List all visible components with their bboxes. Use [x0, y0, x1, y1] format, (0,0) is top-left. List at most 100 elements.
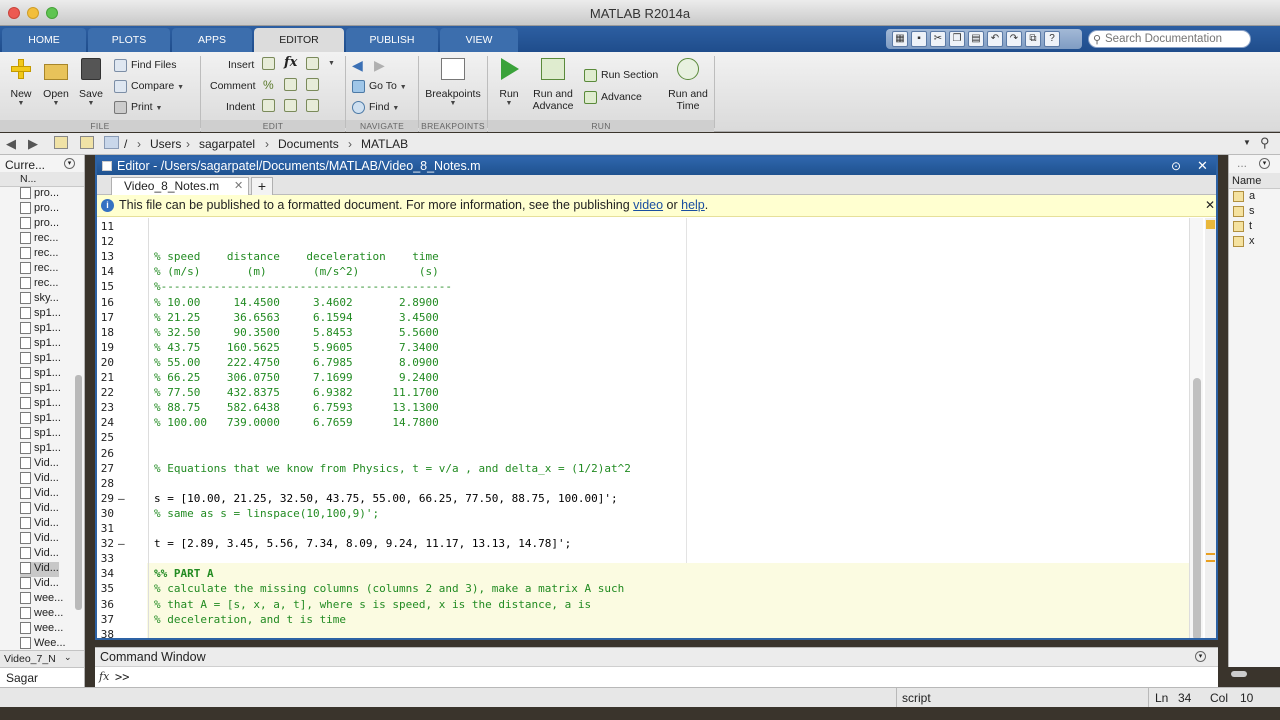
file-list-item[interactable]: sp1...	[20, 412, 61, 427]
smart-indent-icon[interactable]	[262, 99, 275, 112]
run-and-time-button[interactable]: Run and Time	[664, 58, 712, 112]
code-line[interactable]: % 100.00 739.0000 6.7659 14.7800	[154, 416, 439, 429]
save-icon[interactable]: ▪	[911, 31, 927, 47]
file-list-item[interactable]: wee...	[20, 607, 63, 622]
file-list-item[interactable]: sp1...	[20, 397, 61, 412]
file-list-item[interactable]: pro...	[20, 187, 59, 202]
file-list-item[interactable]: Vid...	[20, 472, 59, 487]
tab-view[interactable]: VIEW	[440, 28, 518, 52]
workspace-variable[interactable]: t	[1233, 220, 1252, 235]
breadcrumb-documents[interactable]: Documents	[278, 137, 339, 151]
search-input[interactable]	[1105, 33, 1245, 45]
insert-text-icon[interactable]	[306, 57, 319, 70]
code-line[interactable]: % 77.50 432.8375 6.9382 11.1700	[154, 386, 439, 399]
back-icon[interactable]: ◀	[6, 136, 16, 152]
code-scrollbar-thumb[interactable]	[1193, 378, 1201, 638]
forward-arrow-icon[interactable]: ▶	[374, 57, 385, 74]
code-line[interactable]: % calculate the missing columns (columns…	[154, 582, 624, 595]
breakpoint-dash-icon[interactable]: –	[118, 537, 128, 550]
uncomment-icon[interactable]	[284, 78, 297, 91]
warning-marker[interactable]	[1206, 553, 1215, 555]
workspace-ellipsis[interactable]: ...	[1237, 156, 1247, 170]
tab-editor[interactable]: EDITOR	[254, 28, 344, 52]
insert-caret-icon[interactable]: ▼	[328, 60, 335, 67]
file-list-item[interactable]: Vid...	[20, 547, 59, 562]
comment-percent-icon[interactable]: %	[263, 78, 274, 92]
file-list-item[interactable]: pro...	[20, 217, 59, 232]
breadcrumb-matlab[interactable]: MATLAB	[361, 137, 408, 151]
breadcrumb-users[interactable]: Users	[150, 137, 181, 151]
file-list-item[interactable]: Vid...	[20, 562, 59, 577]
forward-icon[interactable]: ▶	[28, 136, 38, 152]
file-list-item[interactable]: sp1...	[20, 352, 61, 367]
function-browser-icon[interactable]: fx	[99, 670, 109, 683]
name-column-header[interactable]: N...	[0, 172, 84, 187]
file-list-item[interactable]: rec...	[20, 247, 58, 262]
file-list-item[interactable]: rec...	[20, 277, 58, 292]
file-list-item[interactable]: Vid...	[20, 577, 59, 592]
go-to-button[interactable]: Go To ▼	[352, 77, 407, 95]
code-line[interactable]: % 10.00 14.4500 3.4602 2.8900	[154, 296, 439, 309]
print-button[interactable]: Print ▼	[114, 98, 162, 116]
panel-actions-icon[interactable]: ▾	[64, 158, 75, 169]
file-list-item[interactable]: sp1...	[20, 337, 61, 352]
find-files-button[interactable]: Find Files	[114, 56, 177, 74]
workspace-variable[interactable]: s	[1233, 205, 1255, 220]
editor-close-icon[interactable]: ✕	[1197, 157, 1208, 175]
file-list-item[interactable]: wee...	[20, 592, 63, 607]
code-line[interactable]: % speed distance deceleration time	[154, 250, 439, 263]
file-list-item[interactable]: rec...	[20, 232, 58, 247]
file-list-item[interactable]: pro...	[20, 202, 59, 217]
file-list-item[interactable]: sp1...	[20, 442, 61, 457]
increase-indent-icon[interactable]	[284, 99, 297, 112]
info-close-icon[interactable]: ✕	[1205, 195, 1215, 216]
code-line[interactable]: %% PART A	[154, 567, 214, 580]
workspace-actions-icon[interactable]: ▾	[1259, 158, 1270, 169]
browse-folder-icon[interactable]	[80, 136, 94, 149]
file-list-item[interactable]: sky...	[20, 292, 59, 307]
video-link[interactable]: video	[633, 198, 663, 212]
code-editor[interactable]: 11 12 13 % speed distance deceleration time…	[97, 218, 1216, 638]
code-line[interactable]: % same as s = linspace(10,100,9)';	[154, 507, 379, 520]
details-toggle-icon[interactable]: ⌄	[64, 652, 72, 663]
comment-button[interactable]: Comment	[210, 77, 256, 95]
compare-button[interactable]: Compare ▼	[114, 77, 184, 95]
code-line[interactable]: % that A = [s, x, a, t], where s is spee…	[154, 598, 591, 611]
file-list-item[interactable]: Vid...	[20, 532, 59, 547]
code-line[interactable]: % 55.00 222.4750 6.7985 8.0900	[154, 356, 439, 369]
switch-windows-icon[interactable]: ⧉	[1025, 31, 1041, 47]
run-section-button[interactable]: Run Section	[584, 66, 658, 84]
redo-icon[interactable]: ↷	[1006, 31, 1022, 47]
new-tab-plus-icon[interactable]: +	[251, 177, 273, 195]
layout-icon[interactable]: ▦	[892, 31, 908, 47]
code-line[interactable]: s = [10.00, 21.25, 32.50, 43.75, 55.00, …	[154, 492, 618, 505]
file-list-item[interactable]: Vid...	[20, 487, 59, 502]
code-line[interactable]: % (m/s) (m) (m/s^2) (s)	[154, 265, 439, 278]
paste-icon[interactable]: ▤	[968, 31, 984, 47]
run-button[interactable]: Run ▼	[494, 58, 524, 107]
tab-home[interactable]: HOME	[2, 28, 86, 52]
workspace-variable[interactable]: a	[1233, 190, 1255, 205]
advance-button[interactable]: Advance	[584, 88, 642, 106]
run-and-advance-button[interactable]: Run and Advance	[528, 58, 578, 112]
breakpoints-button[interactable]: Breakpoints ▼	[422, 58, 484, 107]
editor-actions-icon[interactable]: ⊙	[1171, 157, 1181, 175]
file-list-item[interactable]: rec...	[20, 262, 58, 277]
tab-apps[interactable]: APPS	[172, 28, 252, 52]
workspace-name-header[interactable]: Name	[1229, 173, 1280, 189]
insert-function-icon[interactable]: fx	[284, 55, 297, 70]
file-list-item[interactable]: Vid...	[20, 517, 59, 532]
tab-publish[interactable]: PUBLISH	[346, 28, 438, 52]
analyzer-warning-icon[interactable]	[1206, 220, 1215, 229]
file-list-item[interactable]: wee...	[20, 622, 63, 637]
code-line[interactable]: %---------------------------------------…	[154, 280, 452, 293]
file-list-item[interactable]: sp1...	[20, 307, 61, 322]
warning-marker[interactable]	[1206, 560, 1215, 562]
file-list-item[interactable]: sp1...	[20, 427, 61, 442]
code-line[interactable]: % 43.75 160.5625 5.9605 7.3400	[154, 341, 439, 354]
help-link[interactable]: help	[681, 198, 705, 212]
file-list-item[interactable]: sp1...	[20, 322, 61, 337]
undo-icon[interactable]: ↶	[987, 31, 1003, 47]
find-button[interactable]: Find ▼	[352, 98, 399, 116]
breadcrumb-root[interactable]: /	[124, 137, 127, 151]
